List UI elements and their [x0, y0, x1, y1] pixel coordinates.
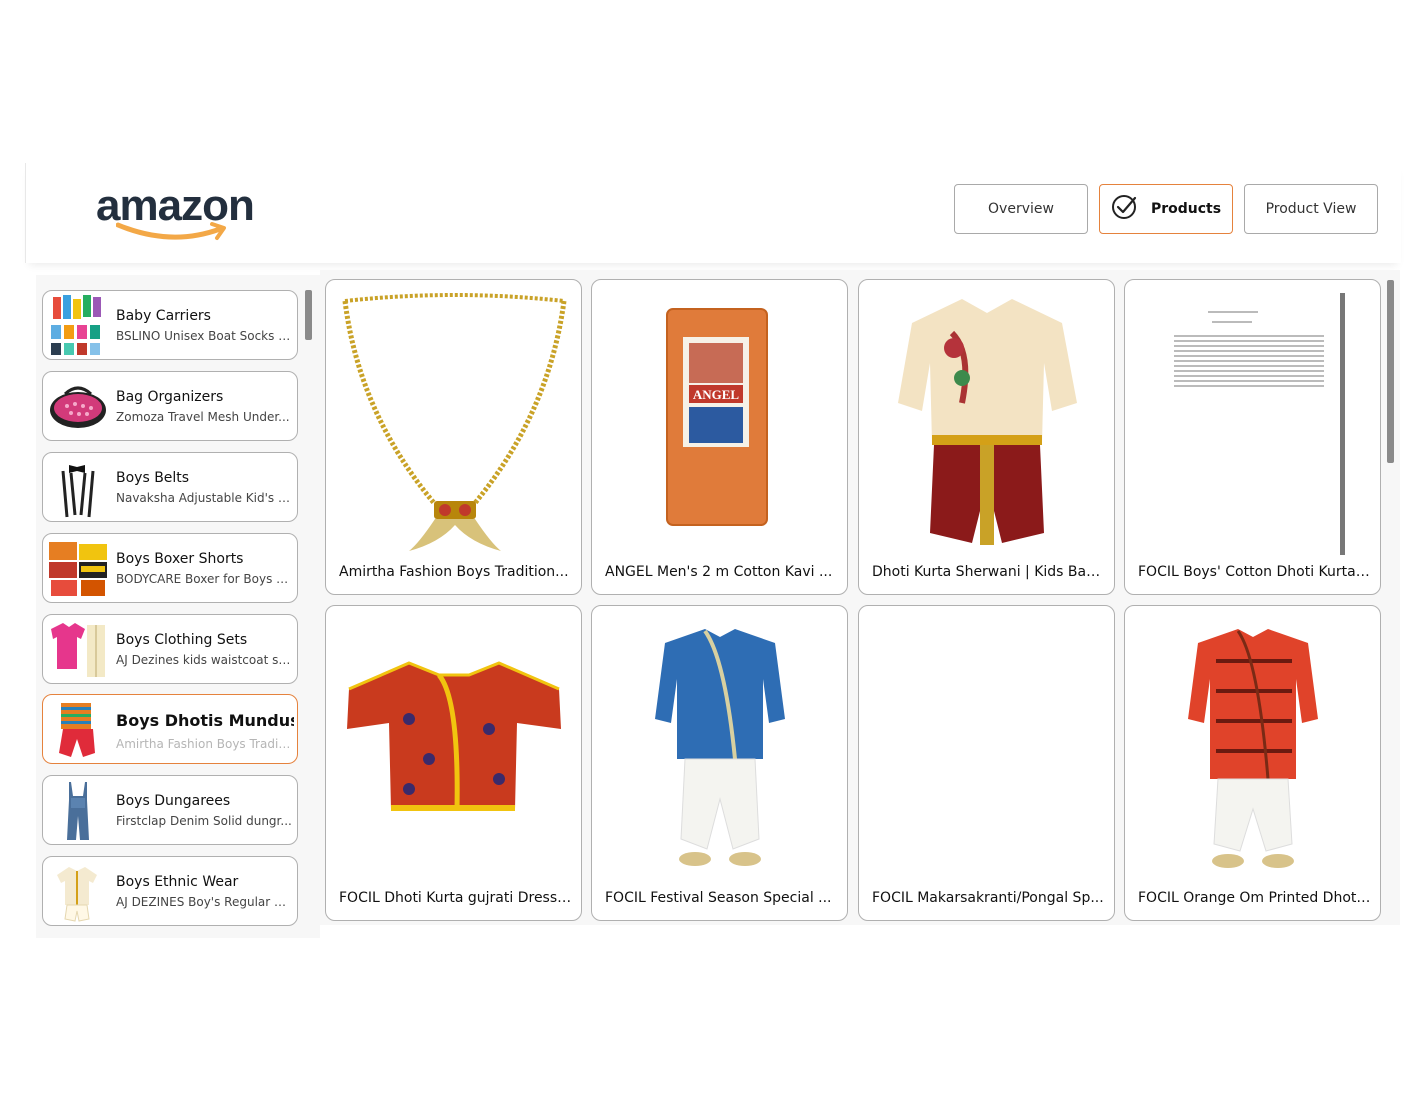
blue-kurta-dhoti-image — [605, 619, 836, 881]
category-subtitle: BODYCARE Boxer for Boys P... — [116, 572, 292, 586]
category-title: Boys Dungarees — [116, 793, 231, 809]
category-title: Bag Organizers — [116, 389, 224, 405]
category-item-boys-ethnic-wear[interactable]: Boys Ethnic Wear AJ DEZINES Boy's Regula… — [42, 856, 298, 926]
category-item-boys-dungarees[interactable]: Boys Dungarees Firstclap Denim Solid dun… — [42, 775, 298, 845]
category-title: Boys Clothing Sets — [116, 632, 248, 648]
product-name: Amirtha Fashion Boys Tradition... — [339, 564, 569, 580]
product-name: Dhoti Kurta Sherwani | Kids Bab... — [872, 564, 1106, 580]
category-subtitle: Zomoza Travel Mesh Under... — [116, 410, 290, 424]
smile-arrow-icon — [116, 222, 226, 240]
product-name: FOCIL Makarsakranti/Pongal Sp... — [872, 890, 1104, 906]
product-card[interactable]: FOCIL Makarsakranti/Pongal Sp... — [858, 605, 1115, 921]
category-title: Boys Dhotis Mundus — [116, 711, 294, 730]
product-card[interactable]: FOCIL Festival Season Special ... — [591, 605, 848, 921]
category-subtitle: Navaksha Adjustable Kid's S... — [116, 491, 292, 505]
category-title: Baby Carriers — [116, 308, 211, 324]
tab-products-label: Products — [1150, 201, 1222, 217]
product-name: FOCIL Boys' Cotton Dhoti Kurta ... — [1138, 564, 1372, 580]
dhoti-set-thumbnail — [47, 699, 109, 761]
gold-chain-pendant-image — [339, 293, 570, 555]
ethnic-wear-thumbnail — [47, 861, 109, 923]
amazon-logo: amazon — [96, 181, 266, 241]
travel-case-thumbnail — [47, 376, 109, 438]
size-chart-image — [1138, 293, 1369, 555]
category-item-boys-boxer-shorts[interactable]: Boys Boxer Shorts BODYCARE Boxer for Boy… — [42, 533, 298, 603]
product-grid: Amirtha Fashion Boys Tradition... ANGEL … — [320, 270, 1400, 925]
category-subtitle: Firstclap Denim Solid dungr... — [116, 814, 292, 828]
tab-product-view[interactable]: Product View — [1244, 184, 1378, 234]
product-grid-scrollbar[interactable] — [1387, 280, 1394, 463]
category-title: Boys Ethnic Wear — [116, 874, 239, 890]
product-card[interactable]: FOCIL Dhoti Kurta gujrati Dress ... — [325, 605, 582, 921]
tab-products[interactable]: Products — [1099, 184, 1233, 234]
category-subtitle: AJ Dezines kids waistcoat su... — [116, 653, 292, 667]
socks-thumbnail — [47, 295, 109, 357]
category-title: Boys Belts — [116, 470, 190, 486]
tab-overview[interactable]: Overview — [954, 184, 1088, 234]
product-name: FOCIL Orange Om Printed Dhoti ... — [1138, 890, 1372, 906]
product-card[interactable]: Amirtha Fashion Boys Tradition... — [325, 279, 582, 595]
orange-om-kurta-image — [1138, 619, 1369, 881]
dungarees-thumbnail — [47, 780, 109, 842]
boxer-shorts-thumbnail — [47, 538, 109, 600]
category-item-boys-dhotis-mundus[interactable]: Boys Dhotis Mundus Amirtha Fashion Boys … — [42, 694, 298, 764]
category-item-boys-clothing-sets[interactable]: Boys Clothing Sets AJ Dezines kids waist… — [42, 614, 298, 684]
product-name: FOCIL Festival Season Special ... — [605, 890, 832, 906]
category-item-bag-organizers[interactable]: Bag Organizers Zomoza Travel Mesh Under.… — [42, 371, 298, 441]
red-printed-kurta-image — [339, 619, 570, 881]
category-list: Baby Carriers BSLINO Unisex Boat Socks a… — [36, 275, 320, 938]
tab-product-view-label: Product View — [1265, 201, 1357, 217]
app-header: amazon Overview Products Product View — [25, 163, 1401, 263]
product-card[interactable]: ANGEL ANGEL Men's 2 m Cotton Kavi ... — [591, 279, 848, 595]
tab-overview-label: Overview — [988, 201, 1054, 217]
category-subtitle: Amirtha Fashion Boys Traditi... — [116, 737, 292, 751]
svg-text:ANGEL: ANGEL — [693, 387, 740, 402]
product-name: FOCIL Dhoti Kurta gujrati Dress ... — [339, 890, 573, 906]
category-title: Boys Boxer Shorts — [116, 551, 244, 567]
product-name: ANGEL Men's 2 m Cotton Kavi ... — [605, 564, 833, 580]
category-subtitle: BSLINO Unisex Boat Socks a... — [116, 329, 292, 343]
orange-dhoti-pack-image: ANGEL — [605, 293, 836, 555]
category-item-boys-belts[interactable]: Boys Belts Navaksha Adjustable Kid's S..… — [42, 452, 298, 522]
category-list-scrollbar[interactable] — [305, 290, 312, 340]
category-subtitle: AJ DEZINES Boy's Regular Fi... — [116, 895, 292, 909]
suspenders-thumbnail — [47, 457, 109, 519]
product-card[interactable]: FOCIL Orange Om Printed Dhoti ... — [1124, 605, 1381, 921]
check-circle-icon — [1111, 194, 1137, 224]
product-card[interactable]: Dhoti Kurta Sherwani | Kids Bab... — [858, 279, 1115, 595]
product-card[interactable]: FOCIL Boys' Cotton Dhoti Kurta ... — [1124, 279, 1381, 595]
blank-product-image — [872, 619, 1103, 881]
category-item-baby-carriers[interactable]: Baby Carriers BSLINO Unisex Boat Socks a… — [42, 290, 298, 360]
clothing-set-thumbnail — [47, 619, 109, 681]
sherwani-dhoti-image — [872, 293, 1103, 555]
